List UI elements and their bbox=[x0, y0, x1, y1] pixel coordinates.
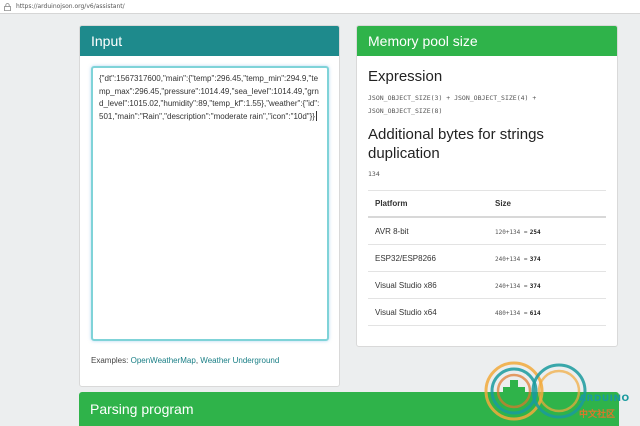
input-card-title: Input bbox=[91, 33, 123, 49]
size-column-header: Size bbox=[495, 199, 512, 208]
url-text: https://arduinojson.org/v6/assistant/ bbox=[16, 3, 125, 10]
table-row: Visual Studio x64 480+134 = 614 bbox=[368, 299, 606, 326]
table-row: ESP32/ESP8266 240+134 = 374 bbox=[368, 245, 606, 272]
additional-bytes-heading: Additional bytes for strings duplication bbox=[368, 126, 544, 162]
size-cell: 480+134 = 614 bbox=[495, 308, 606, 317]
watermark-sub: 中文社区 bbox=[579, 410, 616, 420]
json-input-text: {"dt":1567317600,"main":{"temp":296.45,"… bbox=[99, 74, 320, 121]
memory-card-header: Memory pool size bbox=[357, 26, 617, 56]
lock-icon bbox=[4, 2, 11, 11]
example-link-weather-underground[interactable]: Weather Underground bbox=[200, 356, 279, 365]
examples-label: Examples: bbox=[91, 356, 129, 365]
size-cell: 240+134 = 374 bbox=[495, 281, 606, 290]
watermark-name: ARDUINO bbox=[579, 394, 630, 404]
example-link-openweathermap[interactable]: OpenWeatherMap bbox=[131, 356, 196, 365]
size-expression: 240+134 = bbox=[495, 255, 528, 263]
examples-line: Examples: OpenWeatherMap, Weather Underg… bbox=[91, 356, 279, 365]
json-input-textarea[interactable]: {"dt":1567317600,"main":{"temp":296.45,"… bbox=[91, 66, 329, 341]
size-total: 614 bbox=[529, 309, 541, 317]
memory-card-title: Memory pool size bbox=[368, 33, 478, 49]
platform-cell: ESP32/ESP8266 bbox=[375, 253, 436, 263]
parsing-card-title: Parsing program bbox=[90, 401, 194, 417]
expression-code: JSON_OBJECT_SIZE(3) + JSON_OBJECT_SIZE(4… bbox=[368, 94, 537, 115]
size-cell: 240+134 = 374 bbox=[495, 254, 606, 263]
size-total: 254 bbox=[529, 228, 541, 236]
size-total: 374 bbox=[529, 255, 541, 263]
platform-column-header: Platform bbox=[375, 199, 408, 208]
platform-size-table: Platform Size AVR 8-bit 120+134 = 254 ES… bbox=[368, 190, 606, 326]
memory-pool-card: Memory pool size Expression JSON_OBJECT_… bbox=[356, 25, 618, 347]
size-expression: 240+134 = bbox=[495, 282, 528, 290]
examples-separator: , bbox=[195, 356, 199, 365]
expression-heading: Expression bbox=[368, 68, 443, 85]
table-row: AVR 8-bit 120+134 = 254 bbox=[368, 218, 606, 245]
size-total: 374 bbox=[529, 282, 541, 290]
platform-cell: Visual Studio x86 bbox=[375, 280, 437, 290]
address-bar[interactable]: https://arduinojson.org/v6/assistant/ bbox=[0, 0, 640, 14]
size-cell: 120+134 = 254 bbox=[495, 227, 606, 236]
table-header-row: Platform Size bbox=[368, 191, 606, 218]
input-card-header: Input bbox=[80, 26, 339, 56]
platform-cell: AVR 8-bit bbox=[375, 226, 409, 236]
size-expression: 480+134 = bbox=[495, 309, 528, 317]
table-row: Visual Studio x86 240+134 = 374 bbox=[368, 272, 606, 299]
text-caret bbox=[315, 111, 317, 122]
size-expression: 120+134 = bbox=[495, 228, 528, 236]
additional-bytes-value: 134 bbox=[368, 170, 380, 178]
input-card: Input {"dt":1567317600,"main":{"temp":29… bbox=[79, 25, 340, 387]
platform-cell: Visual Studio x64 bbox=[375, 307, 437, 317]
